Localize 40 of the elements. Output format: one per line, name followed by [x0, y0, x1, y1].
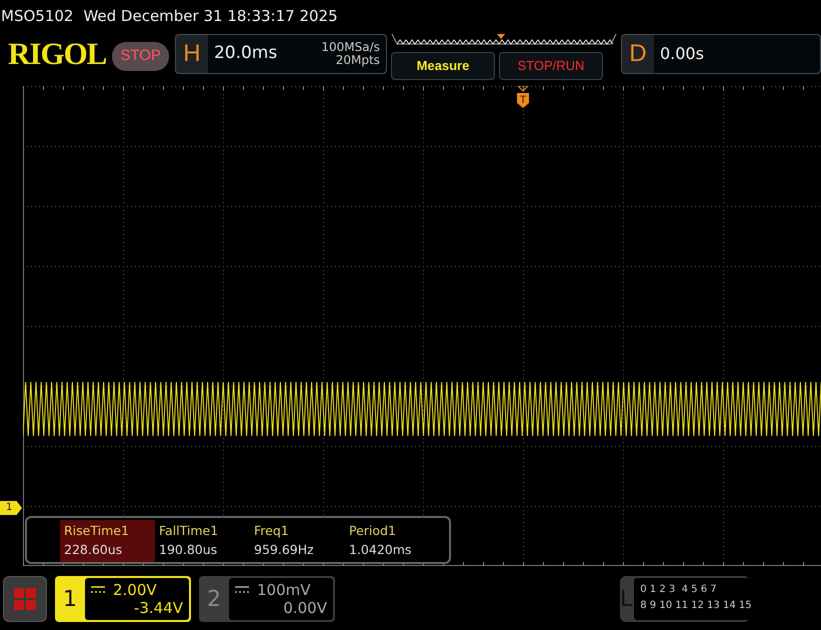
memory-depth: 20Mpts: [334, 54, 380, 67]
measure-button[interactable]: Measure: [390, 52, 495, 80]
channel-number: 1: [62, 586, 78, 614]
date-time: Wed December 31 18:33:17 2025: [83, 6, 338, 27]
measurement-name: FallTime1: [159, 522, 220, 540]
channel-offset: -3.44V: [132, 599, 183, 617]
channel-scale: 2.00V: [113, 581, 157, 599]
measurement-item[interactable]: Freq1 959.69Hz: [250, 520, 345, 562]
measurement-value: 1.0420ms: [349, 540, 412, 559]
channel-number: 2: [206, 586, 222, 614]
dc-coupling-icon: [91, 586, 105, 594]
brand-logo: RIGOL: [8, 38, 106, 69]
logic-channel-row-text: 0 1 2 3 4 5 6 7: [640, 583, 718, 597]
channel-panel[interactable]: 2 100mV 0.00V: [199, 576, 335, 622]
channel-offset: 0.00V: [282, 599, 327, 617]
menu-icon: [14, 588, 36, 610]
timebase-value: 20.0ms: [214, 42, 278, 66]
measurement-value: 959.69Hz: [254, 540, 315, 559]
channel-scale: 100mV: [257, 581, 311, 599]
menu-button[interactable]: [3, 576, 47, 622]
measurement-value: 190.80us: [159, 540, 218, 559]
horizontal-panel[interactable]: H 20.0ms 100MSa/s 20Mpts: [174, 34, 387, 74]
delay-value: 0.00s: [660, 43, 704, 65]
measurement-item[interactable]: FallTime1 190.80us: [155, 520, 250, 562]
stop-run-button[interactable]: STOP/RUN: [498, 52, 603, 80]
measurement-name: Freq1: [254, 522, 290, 540]
measurement-name: Period1: [349, 522, 397, 540]
channel-marker: 1: [0, 501, 22, 515]
measurement-item[interactable]: RiseTime1 228.60us: [60, 520, 155, 562]
dc-coupling-icon: [235, 586, 249, 594]
measurement-name: RiseTime1: [64, 522, 130, 540]
delay-label: D: [628, 39, 648, 69]
channel-panel[interactable]: 1 2.00V -3.44V: [55, 576, 191, 622]
measurement-item[interactable]: Period1 1.0420ms: [345, 520, 440, 562]
logic-channel-row-text: 8 9 10 11 12 13 14 15: [640, 599, 752, 613]
delay-panel[interactable]: D 0.00s: [620, 34, 821, 74]
horizontal-label: H: [182, 39, 202, 69]
model-name: MSO5102: [1, 6, 74, 27]
sample-rate: 100MSa/s: [321, 41, 380, 54]
measurement-value: 228.60us: [64, 540, 124, 559]
